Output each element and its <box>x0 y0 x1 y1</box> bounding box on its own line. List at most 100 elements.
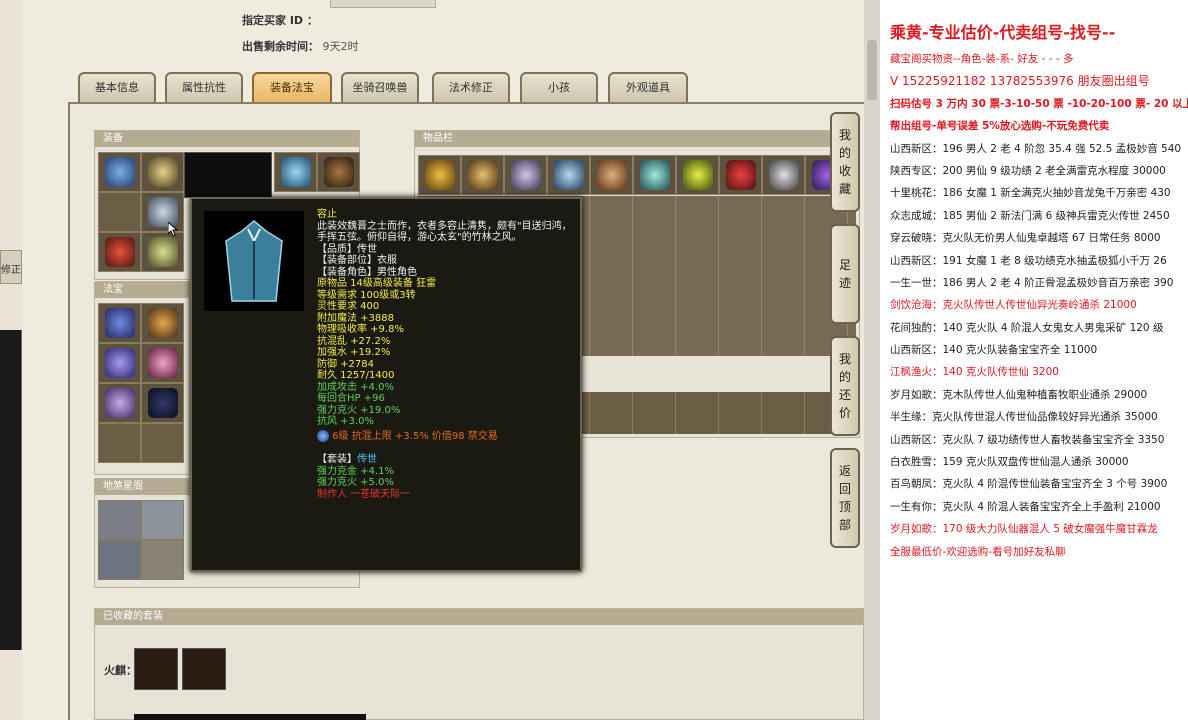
treasure-slot[interactable] <box>141 423 184 463</box>
listing-line: 岁月如歌：170 级大力队仙器混人 5 破女魔强牛魔甘霖龙 <box>890 523 1158 536</box>
tab-basic-info[interactable]: 基本信息 <box>78 72 156 102</box>
listing-line: 一生一世：186 男人 2 老 4 阶正骨混孟极妙音百万亲密 390 <box>890 276 1174 289</box>
listing-line: 山西新区：140 克火队装备宝宝齐全 11000 <box>890 344 1098 357</box>
star-slot[interactable] <box>141 540 184 580</box>
item-attr: 防御 +2784 <box>317 358 375 370</box>
listing-line: 陕西专区：200 男仙 9 级功绩 2 老全满雷克水程度 30000 <box>890 164 1166 177</box>
equip-slot[interactable] <box>141 232 184 272</box>
treasure-grid <box>98 303 184 463</box>
tab-equipment[interactable]: 装备法宝 <box>252 72 332 102</box>
item-maker: 制作人 一苍破天际一 <box>317 488 411 500</box>
tab-mounts[interactable]: 坐骑召唤兽 <box>341 72 419 102</box>
left-dark-panel <box>0 330 22 650</box>
item-description: 此装效魏晋之士而作，衣者多容止清隽，颇有"目送归鸿，手挥五弦。俯仰自得，游心太玄… <box>317 220 572 244</box>
item-attr: 灵性要求 400 <box>317 301 380 312</box>
item-bonus-attr: 每回合HP +96 <box>317 393 385 404</box>
equip-slot[interactable] <box>141 152 184 192</box>
inventory-slot[interactable] <box>547 155 590 195</box>
listing-line: 花间独酌：140 克火队 4 阶混人女鬼女人男鬼采矿 120 级 <box>890 321 1164 334</box>
equip-slot[interactable] <box>274 152 317 192</box>
inventory-slot[interactable] <box>504 155 547 195</box>
remaining-time-value: 9天2时 <box>322 40 359 53</box>
inventory-slot[interactable] <box>633 155 676 195</box>
listing-list: 山西新区：196 男人 2 老 4 阶忽 35.4 强 52.5 孟极妙音 54… <box>880 138 1188 541</box>
treasure-slot[interactable] <box>141 303 184 343</box>
tab-appearance[interactable]: 外观道具 <box>608 72 688 102</box>
item-name: 容止 <box>317 209 337 220</box>
treasure-slot[interactable] <box>141 383 184 423</box>
listing-line: 山西新区：196 男人 2 老 4 阶忽 35.4 强 52.5 孟极妙音 54… <box>890 142 1182 155</box>
equip-slot[interactable] <box>98 232 141 272</box>
back-to-top-button[interactable]: 返 回 顶 部 <box>830 448 860 548</box>
item-bonus-attr: 抗风 +3.0% <box>317 416 374 427</box>
listing-line: 十里桃花：186 女魔 1 新全满克火抽妙音龙兔千万亲密 430 <box>890 187 1171 200</box>
listing-line: 半生缘：克火队传世混人传世仙品像较好异光通杀 35000 <box>890 411 1158 424</box>
my-favorites-button[interactable]: 我 的 收 藏 <box>830 112 860 212</box>
listing-line: 百鸟朝凤：克火队 4 阶混传世仙装备宝宝齐全 3 个号 3900 <box>890 478 1168 491</box>
item-attr: 加强水 +19.2% <box>317 347 391 358</box>
inventory-slot[interactable] <box>461 155 504 195</box>
doc-footer: 全服最低价-欢迎选购-看号加好友私聊 <box>890 545 1066 558</box>
equipment-header: 装备 <box>95 131 359 147</box>
equip-slot[interactable] <box>98 192 141 232</box>
item-tooltip: 容止 此装效魏晋之士而作，衣者多容止清隽，颇有"目送归鸿，手挥五弦。俯仰自得，游… <box>190 197 582 572</box>
set-attr: 强力克金 +4.1% <box>317 465 394 477</box>
inventory-slot[interactable] <box>590 155 633 195</box>
item-bonus-attr: 强力克火 +19.0% <box>317 404 401 416</box>
treasure-slot[interactable] <box>98 383 141 423</box>
inventory-slot[interactable] <box>719 155 762 195</box>
gem-row: 6级 抗混上限 +3.5% 价值98 禁交易 <box>317 429 577 443</box>
collected-sets-header: 已收藏的套装 <box>95 609 863 625</box>
listing-line: 岁月如歌：克木队传世人仙鬼种植畜牧职业通杀 29000 <box>890 388 1148 401</box>
star-slot[interactable] <box>98 540 141 580</box>
treasure-slot[interactable] <box>98 423 141 463</box>
treasure-slot[interactable] <box>141 343 184 383</box>
remaining-time-row: 出售剩余时间： 9天2时 <box>242 38 359 54</box>
listing-line: 剑饮沧海：克火队传世人传世仙异光奏岭通杀 21000 <box>890 299 1137 312</box>
gem-line: 6级 抗混上限 +3.5% 价值98 禁交易 <box>332 430 498 442</box>
text-document: 乘黄-专业估价-代卖组号-找号-- 藏宝阁买物资--角色-装-系- 好友 - -… <box>880 0 1188 720</box>
doc-line: 帮出组号-单号误差 5%放心选购-不玩免费代卖 <box>890 120 1110 133</box>
tab-child[interactable]: 小孩 <box>520 72 598 102</box>
listing-line: 白衣胜雪：159 克火队双盘传世仙混人通杀 30000 <box>890 456 1129 469</box>
tab-attributes[interactable]: 属性抗性 <box>165 72 243 102</box>
robe-icon <box>225 220 283 302</box>
listing-line: 江枫渔火：140 克火队传世仙 3200 <box>890 366 1059 379</box>
ground-star-grid <box>98 500 184 580</box>
set-item-slot[interactable] <box>134 648 178 690</box>
top-input-box[interactable] <box>330 0 436 8</box>
item-portrait <box>204 211 304 311</box>
set-label: 【套装】 <box>317 454 357 465</box>
treasure-slot[interactable] <box>98 343 141 383</box>
set-item-slot[interactable] <box>182 648 226 690</box>
item-attr: 抗混乱 +27.2% <box>317 335 391 347</box>
item-role: 【装备角色】男性角色 <box>317 266 417 278</box>
inventory-header: 物品栏 <box>415 131 859 147</box>
inventory-slot[interactable] <box>762 155 805 195</box>
star-slot[interactable] <box>98 500 141 540</box>
listing-line: 一生有你：克火队 4 阶混人装备宝宝齐全上手盈利 21000 <box>890 500 1161 513</box>
huoqi-label: 火麒： <box>104 664 137 677</box>
equip-slot[interactable] <box>98 152 141 192</box>
seller-id-row: 指定买家 ID ： <box>242 12 318 28</box>
cursor-icon <box>168 222 178 236</box>
listing-line: 众志成城：185 男仙 2 新法门满 6 级神兵雷克火传世 2450 <box>890 209 1170 222</box>
page-scrollbar[interactable] <box>864 0 880 720</box>
scrollbar-thumb[interactable] <box>867 40 877 100</box>
seller-id-label: 指定买家 ID ： <box>242 14 318 27</box>
set-row-next <box>134 714 366 720</box>
doc-line: 扫码估号 3 万内 30 票-3-10-50 票 -10-20-100 票- 2… <box>890 97 1188 110</box>
listing-line: 山西新区：191 女魔 1 老 8 级功绩克水抽孟极狐小千万 26 <box>890 254 1167 267</box>
treasure-slot[interactable] <box>98 303 141 343</box>
equipment-grid-left <box>98 152 184 272</box>
footprint-button[interactable]: 足 迹 <box>830 224 860 324</box>
my-offers-button[interactable]: 我 的 还 价 <box>830 336 860 436</box>
inventory-slot[interactable] <box>418 155 461 195</box>
tab-spells[interactable]: 法术修正 <box>432 72 510 102</box>
item-quality: 【品质】传世 <box>317 243 377 255</box>
equip-slot[interactable] <box>317 152 360 192</box>
inventory-slot[interactable] <box>676 155 719 195</box>
star-slot[interactable] <box>141 500 184 540</box>
left-edge-tab[interactable]: 修正 <box>0 250 22 284</box>
